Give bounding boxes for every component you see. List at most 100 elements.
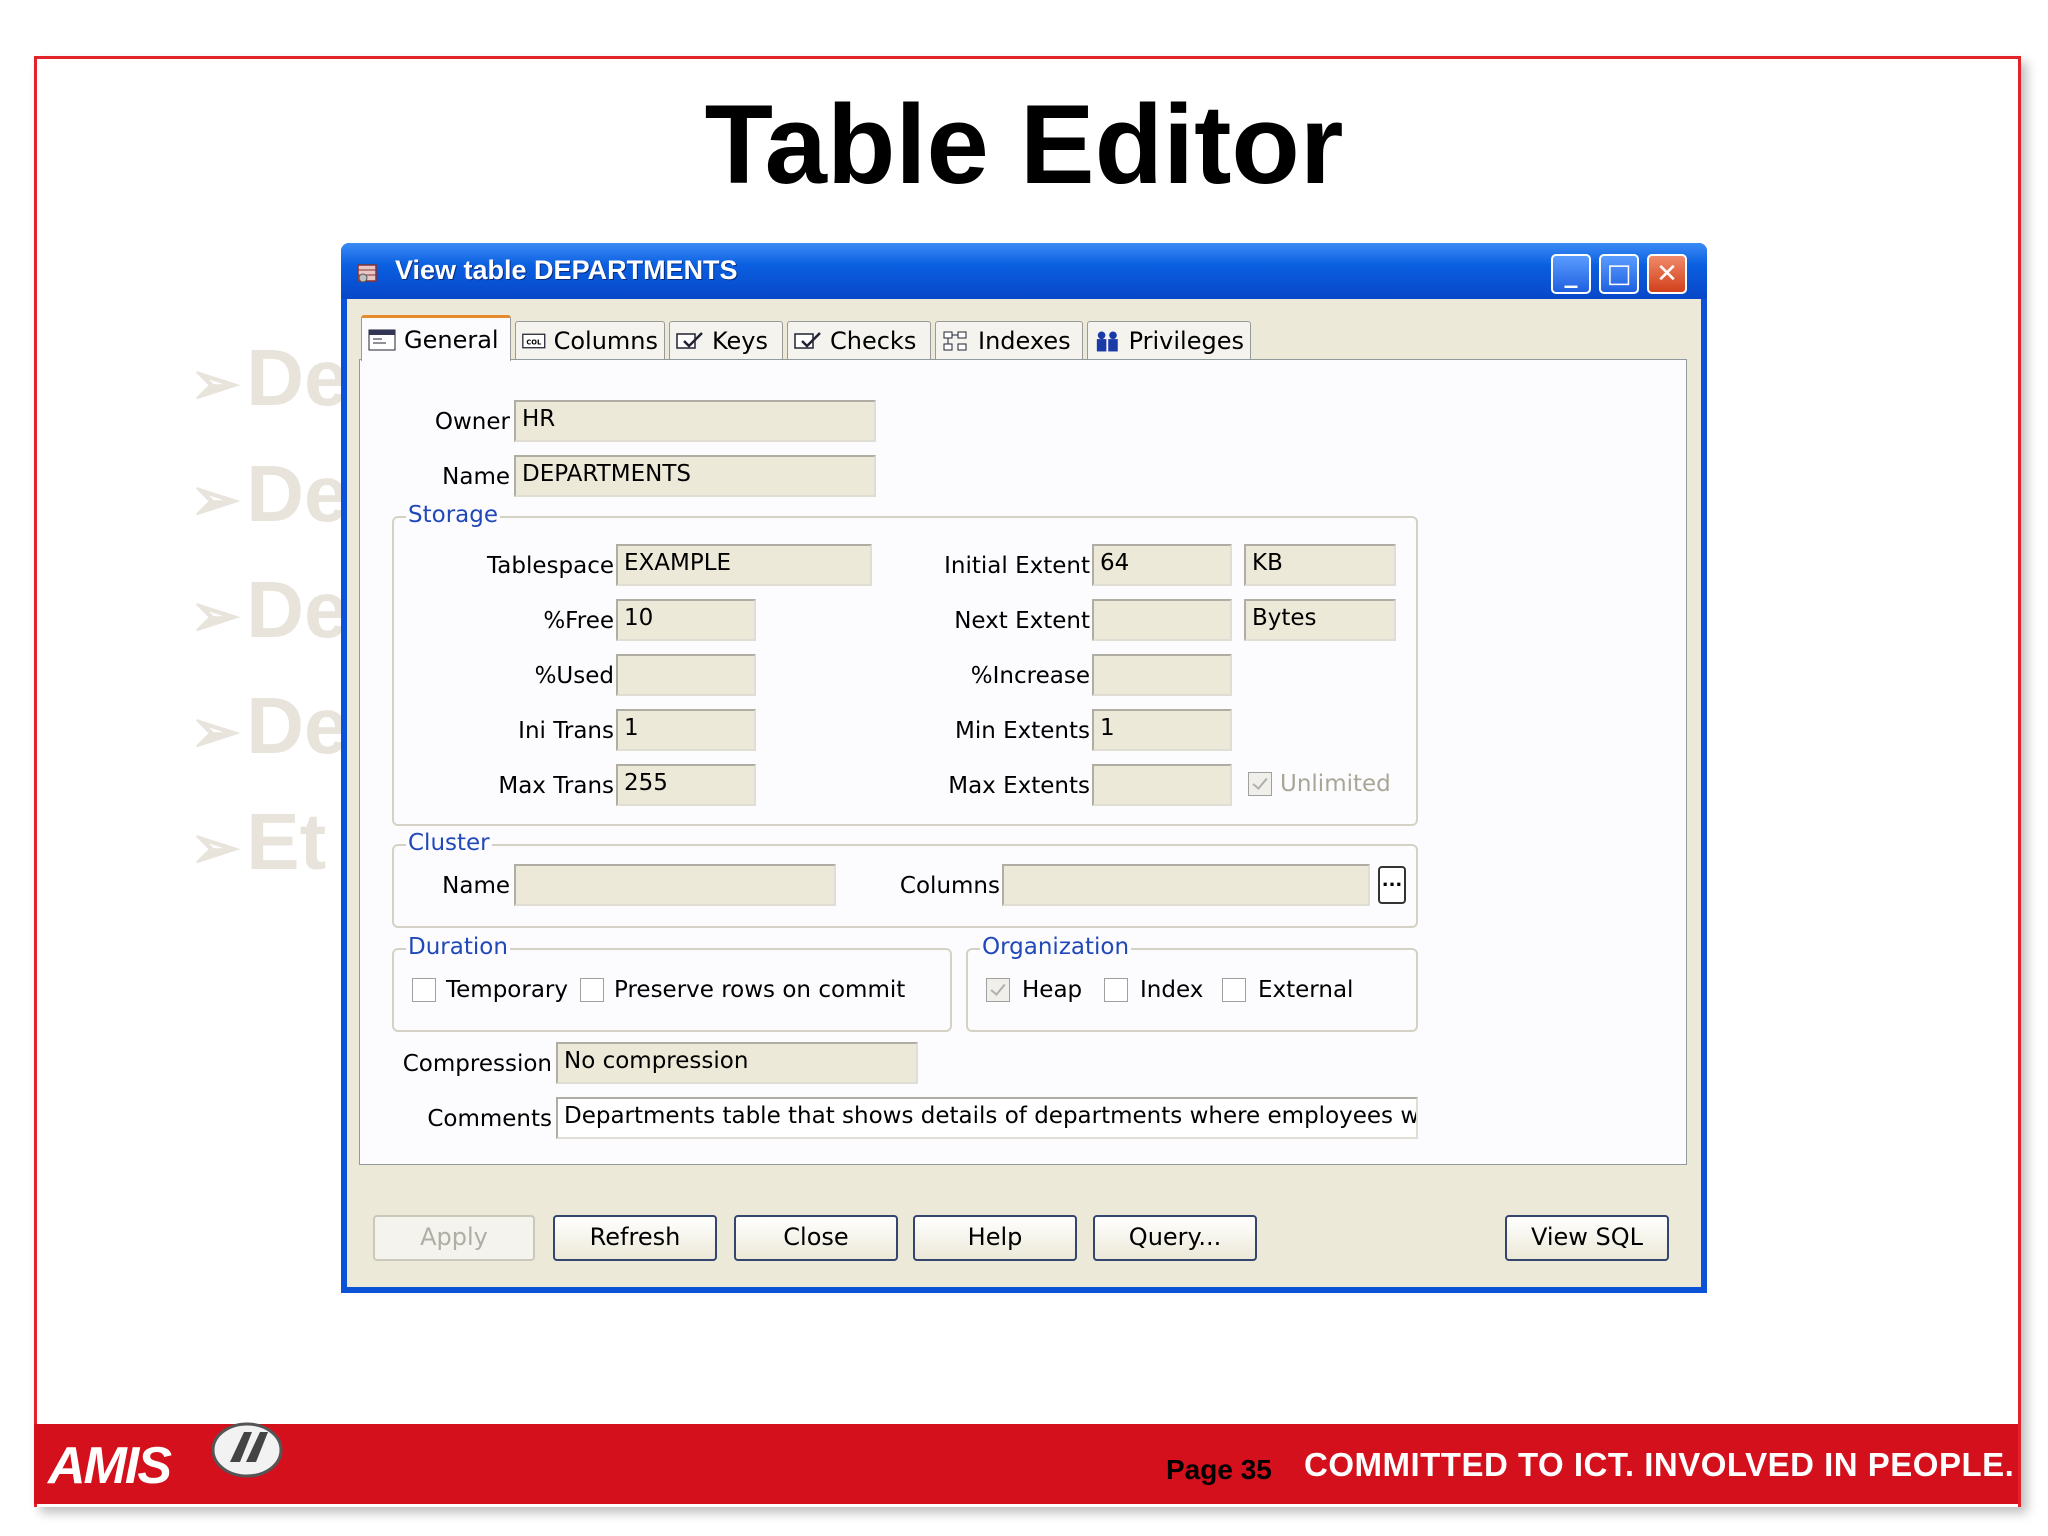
preserve-rows-checkbox[interactable] (580, 978, 604, 1002)
table-editor-window: View table DEPARTMENTS _ □ ✕ General COL… (341, 243, 1707, 1293)
indexes-icon (943, 331, 967, 350)
slide-footer: AMIS Page 35 COMMITTED TO ICT. INVOLVED … (34, 1422, 2018, 1504)
tab-general[interactable]: General (361, 315, 511, 361)
svg-text:COL: COL (526, 338, 542, 346)
tablespace-label: Tablespace (487, 553, 614, 579)
amis-logo: AMIS (48, 1437, 172, 1495)
apply-button[interactable]: Apply (373, 1215, 535, 1261)
view-sql-button[interactable]: View SQL (1505, 1215, 1669, 1261)
initial-extent-field[interactable]: 64 (1092, 544, 1232, 586)
owner-label: Owner (434, 409, 510, 435)
minimize-icon: _ (1564, 259, 1578, 289)
max-extents-field[interactable] (1092, 764, 1232, 806)
min-extents-label: Min Extents (954, 718, 1090, 744)
table-app-icon (357, 264, 377, 283)
query-button[interactable]: Query... (1093, 1215, 1257, 1261)
temporary-checkbox[interactable] (412, 978, 436, 1002)
tab-columns[interactable]: COL Columns (515, 321, 665, 359)
tab-label: Keys (712, 326, 769, 355)
unlimited-label: Unlimited (1280, 771, 1391, 797)
tab-label: Columns (553, 326, 658, 355)
tab-checks[interactable]: Checks (787, 321, 931, 359)
tab-label: General (404, 325, 499, 354)
tab-label: Privileges (1128, 326, 1244, 355)
background-bullet: ➢De (190, 565, 349, 654)
partner-logo-icon (211, 1422, 283, 1478)
page-number: Page 35 (1166, 1454, 1272, 1485)
background-bullet: ➢De (190, 449, 349, 538)
name-label: Name (442, 464, 510, 490)
free-label: %Free (543, 608, 614, 634)
checks-icon (794, 331, 821, 349)
used-label: %Used (534, 663, 614, 689)
owner-field[interactable]: HR (514, 400, 876, 442)
compression-select[interactable]: No compression (556, 1042, 918, 1084)
comments-label: Comments (427, 1106, 552, 1132)
tab-label: Indexes (978, 326, 1071, 355)
maximize-icon: □ (1606, 259, 1632, 289)
window-title: View table DEPARTMENTS (395, 255, 738, 285)
close-window-button[interactable]: ✕ (1647, 254, 1687, 294)
keys-icon (676, 331, 703, 349)
external-radio[interactable] (1222, 978, 1246, 1002)
privileges-icon (1096, 331, 1118, 351)
maxtrans-label: Max Trans (498, 773, 614, 799)
index-radio[interactable] (1104, 978, 1128, 1002)
background-bullet: ➢De (190, 333, 349, 422)
external-label: External (1258, 977, 1354, 1003)
background-bullet: ➢De (190, 681, 349, 770)
increase-field[interactable] (1092, 654, 1232, 696)
organization-legend: Organization (980, 934, 1132, 960)
columns-icon: COL (522, 333, 546, 348)
maximize-button[interactable]: □ (1599, 254, 1639, 294)
cluster-name-label: Name (442, 873, 510, 899)
index-label: Index (1140, 977, 1204, 1003)
footer-tagline: COMMITTED TO ICT. INVOLVED IN PEOPLE. (1304, 1446, 2015, 1483)
background-bullet-list: ➢De ➢De ➢De ➢De ➢Et (190, 320, 349, 900)
storage-legend: Storage (406, 502, 500, 528)
used-field[interactable] (616, 654, 756, 696)
tab-keys[interactable]: Keys (669, 321, 783, 359)
tablespace-field[interactable]: EXAMPLE (616, 544, 872, 586)
table-name-field[interactable]: DEPARTMENTS (514, 455, 876, 497)
comments-field[interactable]: Departments table that shows details of … (556, 1097, 1418, 1139)
minimize-button[interactable]: _ (1551, 254, 1591, 294)
cluster-columns-browse-button[interactable]: ... (1378, 866, 1406, 904)
initrans-field[interactable]: 1 (616, 709, 756, 751)
next-extent-field[interactable] (1092, 599, 1232, 641)
heap-radio[interactable] (986, 978, 1010, 1002)
general-icon (368, 329, 396, 350)
unlimited-checkbox[interactable] (1248, 772, 1272, 796)
tab-label: Checks (830, 326, 917, 355)
heap-label: Heap (1022, 977, 1083, 1003)
initial-extent-label: Initial Extent (944, 553, 1090, 579)
window-client-area: General COL Columns Keys Checks Indexes … (347, 299, 1701, 1287)
background-bullet: ➢Et (190, 797, 327, 886)
tab-indexes[interactable]: Indexes (935, 321, 1083, 359)
max-extents-label: Max Extents (948, 773, 1090, 799)
initial-extent-unit-select[interactable]: KB (1244, 544, 1396, 586)
cluster-columns-field[interactable] (1002, 864, 1370, 906)
cluster-columns-label: Columns (899, 873, 1000, 899)
cluster-name-field[interactable] (514, 864, 836, 906)
window-titlebar[interactable]: View table DEPARTMENTS _ □ ✕ (341, 243, 1707, 299)
maxtrans-field[interactable]: 255 (616, 764, 756, 806)
compression-label: Compression (402, 1051, 552, 1077)
next-extent-unit-select[interactable]: Bytes (1244, 599, 1396, 641)
min-extents-field[interactable]: 1 (1092, 709, 1232, 751)
temporary-label: Temporary (446, 977, 568, 1003)
general-tab-panel: Owner HR Name DEPARTMENTS Storage Tables… (359, 359, 1687, 1165)
close-button[interactable]: Close (734, 1215, 898, 1261)
tab-privileges[interactable]: Privileges (1087, 321, 1251, 359)
initrans-label: Ini Trans (518, 718, 614, 744)
free-field[interactable]: 10 (616, 599, 756, 641)
preserve-rows-label: Preserve rows on commit (614, 977, 906, 1003)
slide-title: Table Editor (704, 82, 1344, 207)
duration-legend: Duration (406, 934, 510, 960)
help-button[interactable]: Help (913, 1215, 1077, 1261)
next-extent-label: Next Extent (954, 608, 1090, 634)
close-icon: ✕ (1656, 259, 1678, 289)
refresh-button[interactable]: Refresh (553, 1215, 717, 1261)
increase-label: %Increase (970, 663, 1090, 689)
cluster-legend: Cluster (406, 830, 492, 856)
